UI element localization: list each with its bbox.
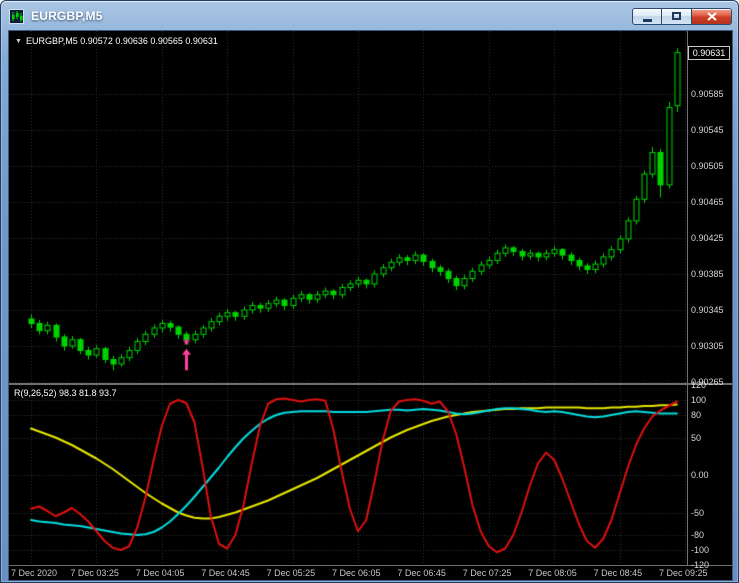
indicator-canvas[interactable] (9, 385, 687, 565)
title-bar[interactable]: EURGBP,M5 (1, 1, 738, 31)
indicator-tick: -50 (691, 508, 704, 518)
indicator-tick: 0.00 (691, 470, 709, 480)
time-tick: 7 Dec 06:45 (397, 568, 446, 578)
close-icon (707, 12, 717, 21)
current-price-badge: 0.90631 (688, 46, 730, 60)
price-tick: 0.90305 (691, 341, 724, 351)
time-tick: 7 Dec 07:25 (463, 568, 512, 578)
time-tick: 7 Dec 06:05 (332, 568, 381, 578)
price-scale[interactable]: 0.90631 0.90585 0.90545 0.90505 0.90465 0.90… (688, 31, 732, 565)
price-tick: 0.90585 (691, 89, 724, 99)
time-tick: 7 Dec 09:25 (659, 568, 708, 578)
minimize-button[interactable] (632, 8, 662, 25)
ohlc-text: EURGBP,M5 0.90572 0.90636 0.90565 0.9063… (26, 36, 218, 46)
time-tick: 7 Dec 2020 (11, 568, 57, 578)
time-axis[interactable]: 7 Dec 2020 7 Dec 03:25 7 Dec 04:05 7 Dec 04… (9, 566, 732, 580)
indicator-tick: 50 (691, 433, 701, 443)
indicator-tick: 100 (691, 395, 706, 405)
close-button[interactable] (692, 8, 732, 25)
time-tick: 7 Dec 05:25 (267, 568, 316, 578)
main-chart-canvas[interactable] (9, 31, 687, 383)
indicator-tick: -80 (691, 530, 704, 540)
chart-window: EURGBP,M5 ▼ EURGBP,M5 0.90572 0.90636 0.… (0, 0, 739, 583)
price-tick: 0.90465 (691, 197, 724, 207)
time-tick: 7 Dec 04:05 (136, 568, 185, 578)
time-tick: 7 Dec 04:45 (201, 568, 250, 578)
indicator-tick: 80 (691, 410, 701, 420)
ohlc-header: ▼ EURGBP,M5 0.90572 0.90636 0.90565 0.90… (15, 36, 218, 46)
symbol-dropdown-icon[interactable]: ▼ (15, 37, 22, 46)
window-title: EURGBP,M5 (31, 9, 103, 23)
price-tick: 0.90505 (691, 161, 724, 171)
window-icon[interactable] (9, 9, 24, 24)
indicator-tick: 120 (691, 380, 706, 390)
indicator-label: R(9,26,52) 98.3 81.8 93.7 (14, 388, 117, 398)
time-tick: 7 Dec 08:45 (594, 568, 643, 578)
time-tick: 7 Dec 08:05 (528, 568, 577, 578)
window-controls (632, 8, 732, 25)
panel-separator[interactable] (9, 383, 732, 385)
price-tick: 0.90545 (691, 125, 724, 135)
price-tick: 0.90345 (691, 305, 724, 315)
price-tick: 0.90425 (691, 233, 724, 243)
maximize-button[interactable] (662, 8, 692, 25)
minimize-icon (643, 19, 652, 22)
indicator-tick: -100 (691, 545, 709, 555)
maximize-icon (672, 12, 681, 20)
chart-content: ▼ EURGBP,M5 0.90572 0.90636 0.90565 0.90… (9, 31, 732, 580)
price-tick: 0.90385 (691, 269, 724, 279)
time-tick: 7 Dec 03:25 (70, 568, 119, 578)
